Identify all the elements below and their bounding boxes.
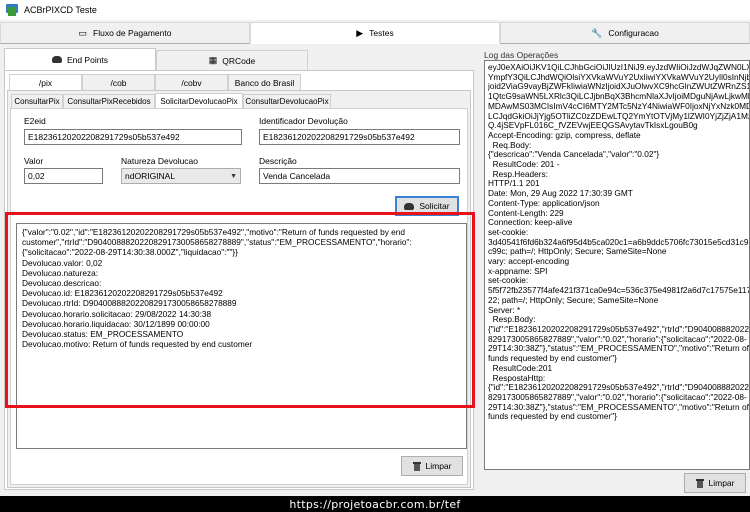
cloud-icon: [404, 202, 415, 210]
play-icon: ▶: [356, 27, 364, 38]
solicitar-devolucao-form: E2eid E18236120202208291729s05b537e492 I…: [10, 108, 468, 485]
response-line: Devolucao.id: E18236120202208291729s05b5…: [22, 288, 223, 299]
app-logo-icon: [6, 4, 18, 16]
devolucao-id-input[interactable]: E18236120202208291729s05b537e492: [259, 129, 460, 145]
tab-qrcode[interactable]: ▦ QRCode: [156, 50, 308, 70]
cloud-icon: [51, 56, 62, 63]
tab-consultar-pix-recebidos[interactable]: ConsultarPixRecebidos: [63, 94, 155, 108]
button-label: Solicitar: [419, 201, 450, 211]
descricao-label: Descrição: [259, 156, 297, 166]
tab-label: Configuracao: [608, 28, 659, 38]
tab-pix[interactable]: /pix: [9, 74, 82, 90]
log-line: 22; path=/; HttpOnly; Secure; SameSite=N…: [488, 294, 659, 305]
e2eid-input[interactable]: E18236120202208291729s05b537e492: [24, 129, 242, 145]
limpar-button[interactable]: Limpar: [401, 456, 463, 476]
title-bar: ACBrPIXCD Teste: [0, 0, 750, 20]
button-label: Limpar: [708, 478, 735, 488]
solicitar-button[interactable]: Solicitar: [395, 196, 459, 216]
tab-consultar-devolucao-pix[interactable]: ConsultarDevolucaoPix: [243, 94, 331, 108]
tab-fluxo-de-pagamento[interactable]: ▭ Fluxo de Pagamento: [0, 22, 250, 44]
response-line: {"valor":"0.02","id":"E18236120202208291…: [22, 227, 405, 237]
trash-icon: [412, 461, 421, 471]
tab-solicitar-devolucao-pix[interactable]: SolicitarDevolucaoPix: [155, 93, 243, 108]
endpoint-tabs: /pix /cob /cobv Banco do Brasil: [9, 74, 301, 90]
tab-end-points[interactable]: End Points: [4, 48, 156, 70]
wrench-icon: 🔧: [591, 27, 603, 38]
log-panel: Log das Operações eyJ0eXAiOiJKV1QiLCJhbG…: [480, 46, 750, 493]
response-line: Devolucao.horario.solicitacao: 29/08/202…: [22, 308, 212, 319]
e2eid-label: E2eid: [24, 116, 46, 126]
natureza-select[interactable]: ndORIGINAL ▼: [121, 168, 241, 184]
endpoints-panel: /pix /cob /cobv Banco do Brasil Consulta…: [4, 70, 474, 490]
response-line: {"solicitacao":"2022-08-29T14:30:38.000Z…: [22, 247, 238, 258]
descricao-input[interactable]: Venda Cancelada: [259, 168, 460, 184]
tab-banco-do-brasil[interactable]: Banco do Brasil: [228, 74, 301, 90]
tab-label: Testes: [369, 28, 394, 38]
log-title: Log das Operações: [484, 50, 559, 60]
natureza-label: Natureza Devolucao: [121, 156, 199, 166]
response-line: Devolucao.natureza:: [22, 267, 99, 278]
website-banner: https://projetoacbr.com.br/tef: [0, 496, 750, 512]
response-line: Devolucao.valor: 0,02: [22, 257, 103, 268]
log-line: funds requested by end customer"}: [488, 411, 617, 422]
window-icon: ▭: [78, 27, 88, 38]
natureza-value: ndORIGINAL: [125, 171, 176, 181]
valor-label: Valor: [24, 156, 44, 166]
response-textarea[interactable]: {"valor":"0.02","id":"E18236120202208291…: [16, 223, 467, 449]
chevron-down-icon: ▼: [230, 172, 237, 180]
tab-consultar-pix[interactable]: ConsultarPix: [11, 94, 63, 108]
devolucao-id-label: Identificador Devolução: [259, 116, 348, 126]
response-line: customer","rtrId":"D90400888202208291730…: [22, 237, 412, 248]
response-line: Devolucao.descricao:: [22, 278, 102, 289]
trash-icon: [695, 478, 704, 488]
tab-label: Fluxo de Pagamento: [93, 28, 172, 38]
left-panel: End Points ▦ QRCode /pix /cob /cobv Banc…: [0, 46, 477, 492]
tab-configuracao[interactable]: 🔧 Configuracao: [500, 22, 750, 44]
valor-input[interactable]: 0,02: [24, 168, 103, 184]
response-line: Devolucao.status: EM_PROCESSAMENTO: [22, 329, 184, 340]
log-textarea[interactable]: eyJ0eXAiOiJKV1QiLCJhbGciOiJIUzI1NiJ9.eyJ…: [484, 60, 750, 470]
response-line: Devolucao.horario.liquidacao: 30/12/1899…: [22, 318, 210, 329]
response-line: Devolucao.rtrId: D9040088820220829173005…: [22, 298, 237, 309]
operation-tabs: ConsultarPix ConsultarPixRecebidos Solic…: [11, 93, 331, 108]
main-tabs: ▭ Fluxo de Pagamento ▶ Testes 🔧 Configur…: [0, 22, 750, 44]
button-label: Limpar: [425, 461, 452, 471]
section-tabs: End Points ▦ QRCode: [4, 48, 308, 70]
tab-cob[interactable]: /cob: [82, 74, 155, 90]
response-line: Devolucao.motivo: Return of funds reques…: [22, 339, 253, 350]
window-title: ACBrPIXCD Teste: [24, 5, 97, 15]
tab-label: End Points: [66, 54, 109, 65]
log-limpar-button[interactable]: Limpar: [684, 473, 746, 493]
tab-label: QRCode: [222, 55, 256, 66]
tab-cobv[interactable]: /cobv: [155, 74, 228, 90]
tab-testes[interactable]: ▶ Testes: [250, 22, 500, 44]
pix-panel: ConsultarPix ConsultarPixRecebidos Solic…: [7, 90, 471, 488]
qrcode-icon: ▦: [208, 55, 218, 65]
